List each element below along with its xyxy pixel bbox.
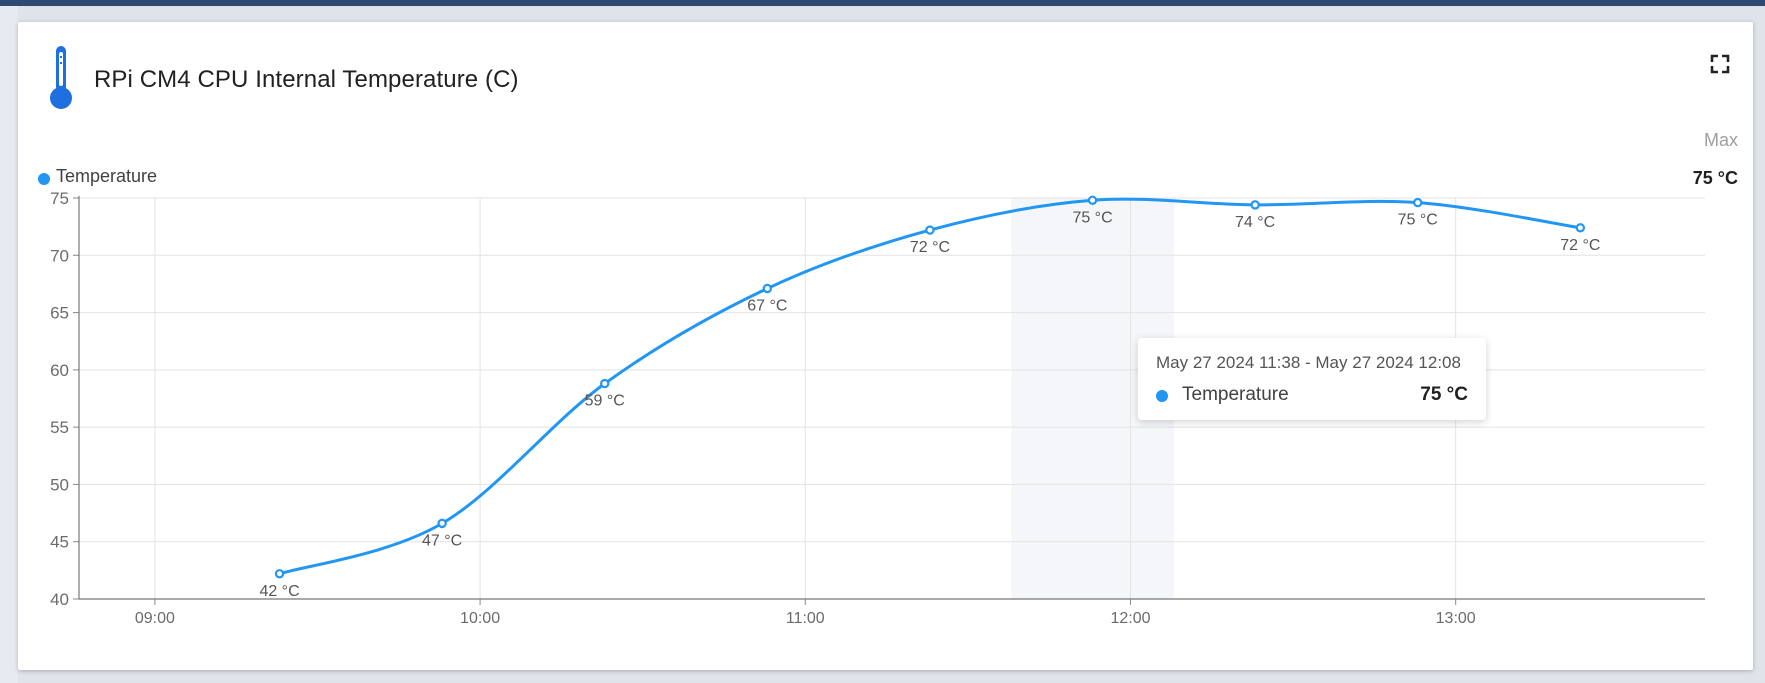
x-tick-label: 09:00 <box>135 610 175 627</box>
y-tick-label: 60 <box>50 361 69 380</box>
y-tick-label: 65 <box>50 304 69 323</box>
tooltip-series-name: Temperature <box>1182 384 1289 405</box>
data-label: 59 °C <box>585 393 625 410</box>
data-point <box>1087 195 1098 205</box>
sidebar-edge <box>0 6 18 683</box>
data-label: 74 °C <box>1235 214 1275 231</box>
data-label: 75 °C <box>1398 212 1438 229</box>
data-label: 67 °C <box>747 298 787 315</box>
app-top-bar <box>0 0 1765 6</box>
y-tick-label: 75 <box>50 189 69 208</box>
x-tick-label: 12:00 <box>1110 610 1150 627</box>
y-tick-label: 55 <box>50 418 69 437</box>
data-point <box>1575 223 1586 233</box>
chart-card: RPi CM4 CPU Internal Temperature (C) Max… <box>18 22 1753 670</box>
data-point <box>274 569 285 579</box>
x-tick-label: 11:00 <box>786 610 825 627</box>
tooltip-value: 75 °C <box>1420 384 1468 405</box>
data-point <box>437 518 447 529</box>
data-point <box>600 378 610 389</box>
data-label: 75 °C <box>1072 209 1112 226</box>
data-point <box>1413 197 1423 208</box>
line-chart: 40 45 50 55 60 65 70 75 09:00 10:00 11:00 12:00 13:0… <box>50 189 1705 627</box>
tooltip-time-range: May 27 2024 11:38 - May 27 2024 12:08 <box>1156 353 1461 372</box>
data-label: 72 °C <box>1560 237 1600 254</box>
tooltip-series-dot <box>1156 390 1168 402</box>
y-tick-label: 40 <box>50 590 69 609</box>
data-point <box>1250 200 1260 210</box>
x-tick-label: 13:00 <box>1436 610 1476 627</box>
chart-tooltip: May 27 2024 11:38 - May 27 2024 12:08 Te… <box>1138 338 1486 420</box>
data-label: 72 °C <box>910 239 950 256</box>
y-tick-label: 70 <box>50 246 69 265</box>
data-label: 47 °C <box>422 532 462 549</box>
y-tick-label: 50 <box>50 475 69 494</box>
y-tick-label: 45 <box>50 533 69 552</box>
data-point <box>762 283 773 294</box>
x-tick-label: 10:00 <box>460 610 500 627</box>
data-point <box>925 225 935 235</box>
data-label: 42 °C <box>259 583 299 600</box>
